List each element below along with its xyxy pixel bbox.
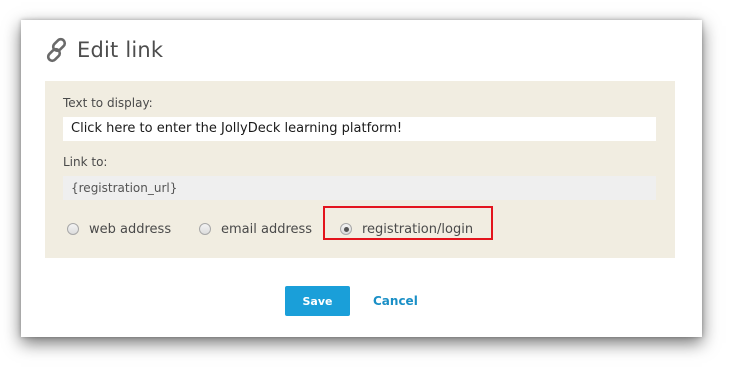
text-to-display-input[interactable]	[63, 117, 656, 141]
link-icon	[43, 36, 71, 64]
cancel-link[interactable]: Cancel	[373, 286, 418, 316]
highlight-outline	[323, 206, 493, 240]
screenshot-stage: Edit link Text to display: Link to: web …	[0, 0, 744, 380]
web-address-label: web address	[89, 221, 172, 237]
dialog-header: Edit link	[43, 34, 163, 66]
web-address-radio[interactable]	[67, 223, 79, 235]
web-address-option[interactable]: web address	[67, 214, 171, 244]
email-address-option[interactable]: email address	[199, 214, 312, 244]
save-button[interactable]: Save	[285, 286, 350, 316]
edit-link-dialog: Edit link Text to display: Link to: web …	[21, 20, 702, 337]
email-address-radio[interactable]	[199, 223, 211, 235]
text-to-display-label: Text to display:	[63, 96, 153, 110]
link-to-label: Link to:	[63, 155, 108, 169]
email-address-label: email address	[221, 221, 313, 237]
link-to-input[interactable]	[63, 176, 656, 200]
dialog-title: Edit link	[77, 38, 164, 62]
